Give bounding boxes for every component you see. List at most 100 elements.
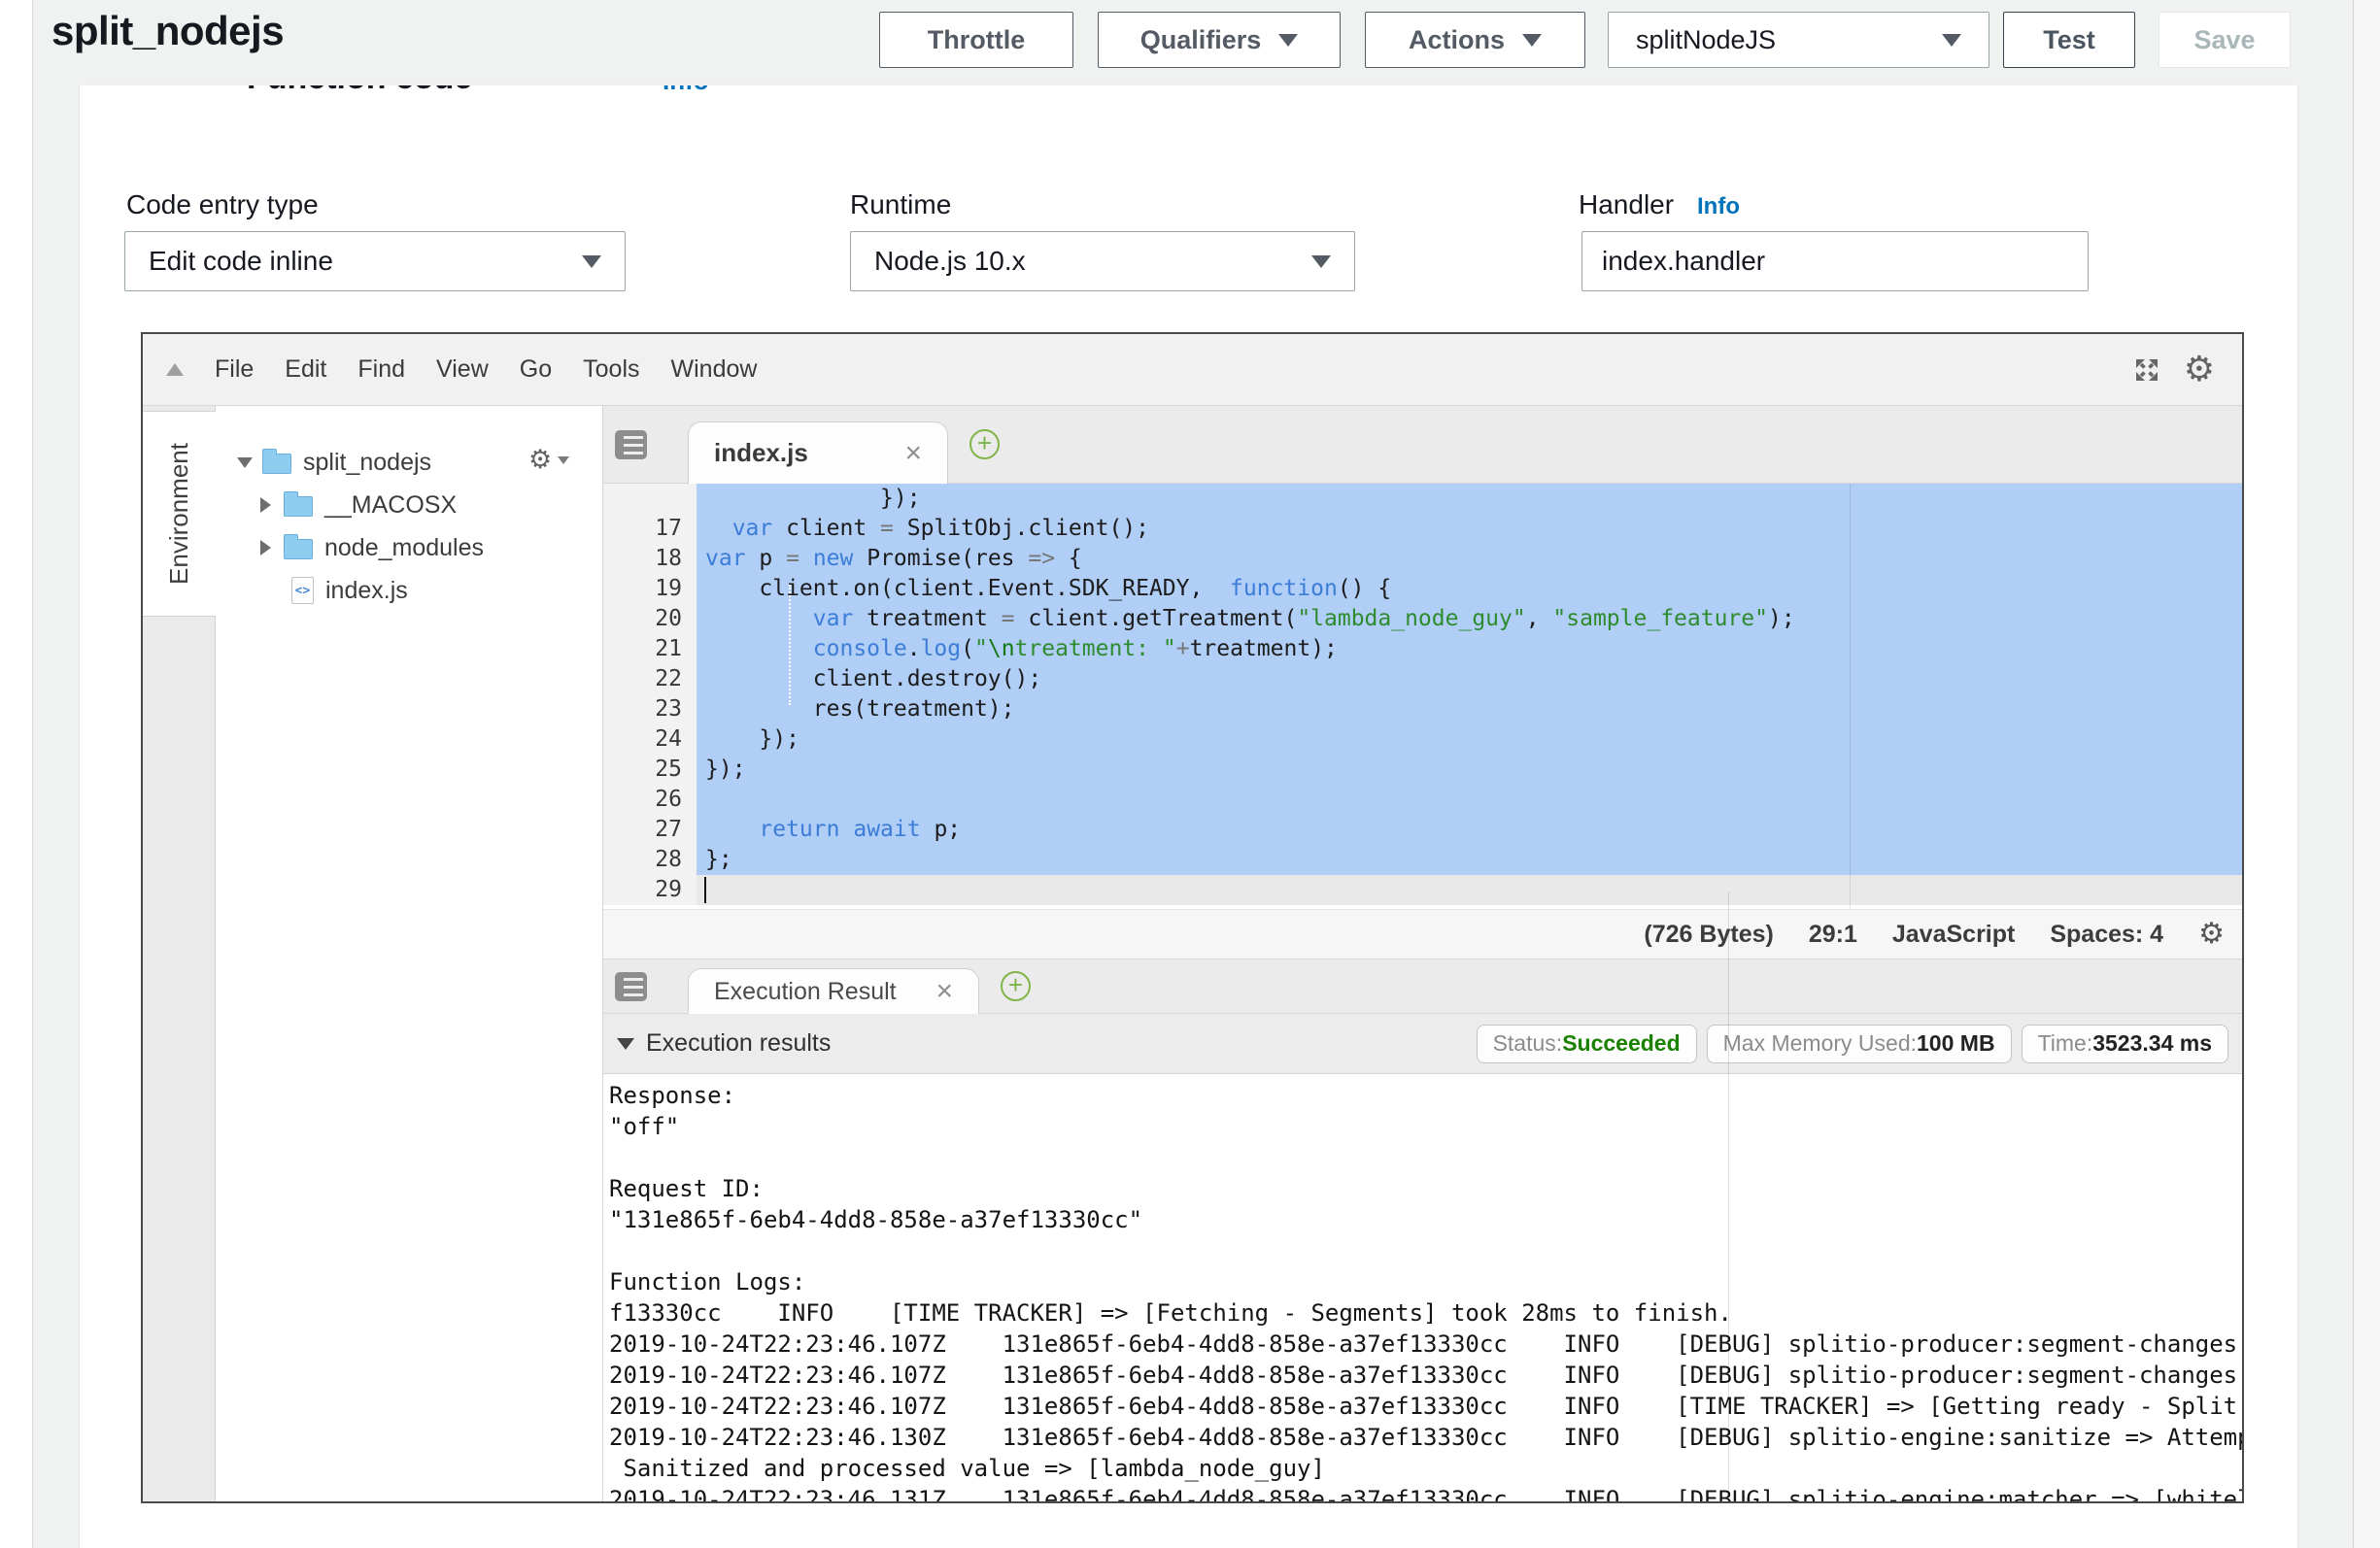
new-tab-icon[interactable] [969, 429, 1000, 459]
code-line-18: 18var p = new Promise(res => { [603, 544, 2242, 574]
handler-label: Handler [1579, 189, 1674, 220]
code-text: var client = SplitObj.client(); [697, 514, 2242, 544]
log-line: 2019-10-24T22:23:46.107Z 131e865f-6eb4-4… [609, 1391, 2242, 1422]
test-button[interactable]: Test [2003, 12, 2135, 68]
handler-input[interactable] [1581, 231, 2089, 291]
code-text: res(treatment); [697, 694, 2242, 724]
line-number: 27 [603, 815, 697, 845]
left-nav-rail [0, 0, 33, 1548]
qualifiers-button[interactable]: Qualifiers [1098, 12, 1341, 68]
line-number: 24 [603, 724, 697, 755]
tab-index-js[interactable]: index.js [688, 421, 948, 484]
collapse-panel-icon[interactable] [166, 363, 184, 376]
tree-item-node_modules[interactable]: node_modules [216, 526, 602, 569]
tree-item-label: split_nodejs [303, 449, 431, 477]
tab-execution-result[interactable]: Execution Result [688, 968, 979, 1014]
caret-collapsed-icon[interactable] [260, 540, 271, 555]
log-line: 2019-10-24T22:23:46.107Z 131e865f-6eb4-4… [609, 1329, 2242, 1360]
chevron-down-icon [582, 255, 601, 268]
tree-item-label: __MACOSX [324, 491, 457, 520]
cursor-position[interactable]: 29:1 [1809, 921, 1857, 949]
line-number: 18 [603, 544, 697, 574]
menu-tools[interactable]: Tools [583, 355, 639, 383]
code-text: }); [697, 755, 2242, 785]
menu-file[interactable]: File [215, 355, 254, 383]
status-badge: Time: 3523.34 ms [2022, 1025, 2228, 1063]
tree-item-label: index.js [325, 577, 408, 605]
close-icon[interactable] [871, 439, 922, 468]
throttle-button[interactable]: Throttle [879, 12, 1073, 68]
editor-statusbar: (726 Bytes) 29:1 JavaScript Spaces: 4 ⚙ [603, 909, 2242, 959]
log-line: "131e865f-6eb4-4dd8-858e-a37ef13330cc" [609, 1204, 2242, 1235]
fullscreen-icon[interactable] [2131, 354, 2162, 386]
close-icon[interactable] [902, 977, 953, 1006]
indentation-setting[interactable]: Spaces: 4 [2050, 921, 2163, 949]
caret-collapsed-icon[interactable] [260, 497, 271, 513]
code-line-17: 17 var client = SplitObj.client(); [603, 514, 2242, 544]
menu-find[interactable]: Find [357, 355, 405, 383]
menu-edit[interactable]: Edit [285, 355, 326, 383]
code-text: client.on(client.Event.SDK_READY, functi… [697, 574, 2242, 604]
code-text: var p = new Promise(res => { [697, 544, 2242, 574]
folder-icon [262, 454, 291, 474]
tab-list-icon[interactable] [615, 430, 647, 459]
line-number: 28 [603, 845, 697, 875]
line-number: 22 [603, 664, 697, 694]
code-editor[interactable]: });17 var client = SplitObj.client();18v… [603, 484, 2242, 909]
file-tree: split_nodejs ⚙ __MACOSX node_modules index.j… [216, 406, 603, 1501]
code-line-20: 20 var treatment = client.getTreatment("… [603, 604, 2242, 634]
log-line: "off" [609, 1111, 2242, 1142]
page-scrollbar[interactable] [2353, 0, 2380, 1548]
code-line-27: 27 return await p; [603, 815, 2242, 845]
editor-menubar: File Edit Find View Go Tools Window ⚙ [143, 334, 2242, 406]
menu-go[interactable]: Go [520, 355, 552, 383]
tab-list-icon[interactable] [615, 972, 647, 1001]
code-entry-type-select[interactable]: Edit code inline [124, 231, 626, 291]
code-line-19: 19 client.on(client.Event.SDK_READY, fun… [603, 574, 2242, 604]
tree-settings-gear-icon[interactable]: ⚙ [528, 447, 569, 473]
log-line: Request ID: [609, 1173, 2242, 1204]
code-line-25: 25}); [603, 755, 2242, 785]
code-line-28: 28}; [603, 845, 2242, 875]
editor-tabbar: index.js [603, 406, 2242, 484]
handler-info-link[interactable]: Info [1697, 193, 1740, 220]
tree-item-__MACOSX[interactable]: __MACOSX [216, 484, 602, 526]
language-mode[interactable]: JavaScript [1892, 921, 2015, 949]
new-tab-icon[interactable] [1001, 971, 1031, 1001]
line-number [603, 484, 697, 514]
line-number: 29 [603, 875, 697, 905]
code-pane: index.js });17 var client = SplitObj.cli… [603, 406, 2242, 1501]
menu-window[interactable]: Window [671, 355, 758, 383]
log-line: 2019-10-24T22:23:46.131Z 131e865f-6eb4-4… [609, 1484, 2242, 1501]
editor-settings-gear-icon[interactable]: ⚙ [2184, 353, 2215, 387]
text-cursor [704, 877, 706, 903]
runtime-select[interactable]: Node.js 10.x [850, 231, 1355, 291]
menu-view[interactable]: View [436, 355, 489, 383]
code-line-29: 29 [603, 875, 2242, 905]
code-entry-type-label: Code entry type [126, 189, 319, 220]
caret-expanded-icon[interactable] [237, 457, 253, 468]
clipped-section-header: Function code Info [80, 85, 1051, 96]
statusbar-gear-icon[interactable]: ⚙ [2198, 920, 2225, 949]
log-line: Response: [609, 1080, 2242, 1111]
log-line [609, 1142, 2242, 1173]
execution-results-title: Execution results [646, 1029, 831, 1058]
actions-button[interactable]: Actions [1365, 12, 1585, 68]
tree-item-split_nodejs[interactable]: split_nodejs ⚙ [216, 441, 602, 484]
code-text: }); [697, 724, 2242, 755]
results-divider [1728, 892, 1729, 1501]
log-line [609, 1235, 2242, 1266]
line-number: 19 [603, 574, 697, 604]
status-badge: Max Memory Used: 100 MB [1707, 1025, 2012, 1063]
indent-guide [789, 585, 791, 705]
execution-results-output[interactable]: Response:"off" Request ID:"131e865f-6eb4-… [603, 1074, 2242, 1501]
code-line-clipped: }); [603, 484, 2242, 514]
line-number: 20 [603, 604, 697, 634]
js-file-icon [291, 577, 314, 604]
code-text [697, 875, 2242, 905]
test-event-select[interactable]: splitNodeJS [1608, 12, 1989, 68]
file-size: (726 Bytes) [1644, 921, 1773, 949]
tree-item-index.js[interactable]: index.js [216, 569, 602, 612]
environment-tab[interactable]: Environment [143, 411, 216, 617]
collapse-results-icon[interactable] [617, 1038, 634, 1050]
